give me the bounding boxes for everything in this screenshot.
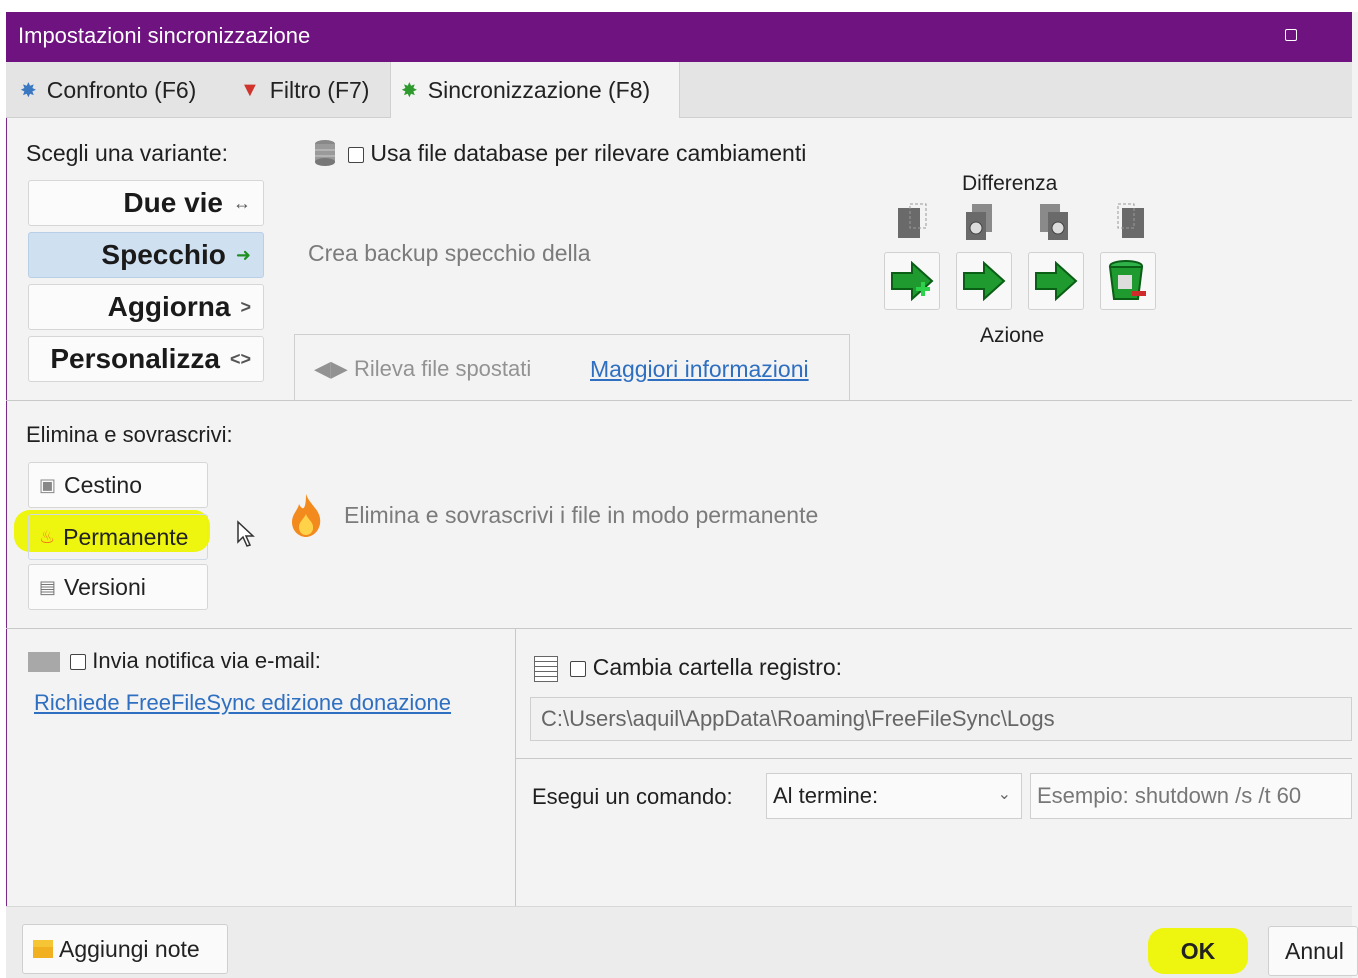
command-input[interactable]: Esempio: shutdown /s /t 60: [1030, 773, 1352, 819]
variant-label-text: Due vie: [123, 187, 223, 218]
copy-right-add-icon: [891, 260, 934, 302]
filter-icon: ▼: [240, 78, 260, 101]
ok-button[interactable]: OK: [1148, 928, 1248, 974]
tab-label: Filtro (F7): [269, 76, 370, 103]
gear-icon: ✸: [401, 79, 418, 102]
right-arrow-icon: ➜: [235, 244, 251, 265]
variant-label: Scegli una variante:: [26, 140, 229, 166]
variant-mirror-button[interactable]: Specchio ➜: [28, 232, 264, 278]
variant-update-button[interactable]: Aggiorna >: [28, 284, 264, 330]
log-label: Cambia cartella registro:: [592, 654, 843, 680]
email-label: Invia notifica via e-mail:: [92, 648, 321, 673]
variant-label-text: Specchio: [101, 239, 226, 270]
add-notes-button[interactable]: Aggiungi note: [22, 924, 228, 974]
flame-icon: [288, 492, 324, 538]
trash-icon: [1108, 260, 1146, 300]
recycle-bin-icon: ▣: [39, 474, 57, 495]
database-icon: [312, 138, 338, 168]
left-newer-file-icon: [964, 202, 998, 242]
overwrite-right-action-button[interactable]: [956, 252, 1012, 310]
delete-label: Elimina e sovrascrivi:: [26, 422, 233, 447]
right-newer-file-icon: [1038, 202, 1072, 242]
title-bar: Impostazioni sincronizzazione: [6, 12, 1352, 62]
flame-icon: ♨: [39, 526, 56, 547]
command-label: Esegui un comando:: [532, 784, 733, 809]
mouse-cursor-icon: [236, 520, 256, 548]
right-arrow-icon: [963, 260, 1006, 302]
maximize-button[interactable]: [1278, 22, 1304, 48]
email-option[interactable]: Invia notifica via e-mail:: [28, 648, 321, 674]
variant-description: Crea backup specchio della: [308, 240, 591, 266]
tab-comparison[interactable]: ✸ Confronto (F6): [16, 62, 228, 118]
versions-icon: ▤: [39, 576, 57, 597]
moved-files-label: Rileva file spostati: [353, 356, 532, 381]
moved-files-option: ◀▶ Rileva file spostati: [314, 356, 531, 382]
separator: [515, 628, 516, 906]
database-label: Usa file database per rilevare cambiamen…: [370, 140, 807, 166]
tab-label: Confronto (F6): [46, 76, 197, 103]
recycle-bin-button[interactable]: ▣ Cestino: [28, 462, 208, 508]
window-title: Impostazioni sincronizzazione: [18, 23, 311, 48]
email-checkbox[interactable]: [70, 654, 87, 671]
note-icon: [33, 940, 53, 958]
log-icon: [534, 655, 558, 682]
action-label: Azione: [980, 324, 1045, 347]
separator: [6, 628, 1352, 629]
gear-icon: ✸: [20, 79, 37, 102]
separator: [516, 758, 1352, 759]
log-path-field[interactable]: C:\Users\aquil\AppData\Roaming\FreeFileS…: [530, 697, 1352, 741]
tab-label: Sincronizzazione (F8): [427, 76, 651, 103]
permanent-button[interactable]: ♨ Permanente: [28, 514, 208, 560]
command-when-select[interactable]: Al termine: ⌄: [766, 773, 1022, 819]
log-option[interactable]: Cambia cartella registro:: [534, 654, 842, 682]
right-only-file-icon: [1114, 202, 1148, 242]
delete-description: Elimina e sovrascrivi i file in modo per…: [344, 502, 819, 528]
tab-filter[interactable]: ▼ Filtro (F7): [230, 62, 388, 118]
delete-right-action-button[interactable]: [1100, 252, 1156, 310]
moved-files-icon: ◀▶: [314, 356, 348, 381]
cancel-button[interactable]: Annul: [1268, 926, 1358, 976]
add-notes-label: Aggiungi note: [59, 935, 200, 962]
select-value: Al termine:: [773, 783, 879, 808]
variant-label-text: Aggiorna: [107, 291, 231, 322]
left-only-file-icon: [896, 202, 930, 242]
right-arrow-icon: [1035, 260, 1078, 302]
option-label: Versioni: [64, 573, 146, 600]
two-way-arrow-icon: ↔: [233, 192, 251, 213]
versioning-button[interactable]: ▤ Versioni: [28, 564, 208, 610]
envelope-icon: [28, 652, 60, 673]
donation-link[interactable]: Richiede FreeFileSync edizione donazione: [34, 690, 451, 716]
more-info-link[interactable]: Maggiori informazioni: [590, 356, 809, 383]
database-checkbox[interactable]: [348, 146, 364, 163]
chevron-down-icon: ⌄: [997, 786, 1011, 803]
option-label: Permanente: [63, 523, 189, 550]
tab-sync[interactable]: ✸ Sincronizzazione (F8): [390, 62, 680, 118]
option-label: Cestino: [64, 471, 142, 498]
variant-two-way-button[interactable]: Due vie ↔: [28, 180, 264, 226]
overwrite-right-action-button-2[interactable]: [1028, 252, 1084, 310]
maximize-icon: [1285, 29, 1297, 41]
variant-label-text: Personalizza: [50, 343, 220, 374]
database-option[interactable]: Usa file database per rilevare cambiamen…: [348, 140, 806, 167]
angle-brackets-icon: <>: [229, 348, 251, 369]
variant-custom-button[interactable]: Personalizza <>: [28, 336, 264, 382]
log-checkbox[interactable]: [570, 660, 587, 677]
create-right-action-button[interactable]: [884, 252, 940, 310]
chevron-right-icon: >: [240, 296, 251, 317]
difference-label: Differenza: [962, 172, 1058, 195]
separator: [6, 400, 1352, 401]
